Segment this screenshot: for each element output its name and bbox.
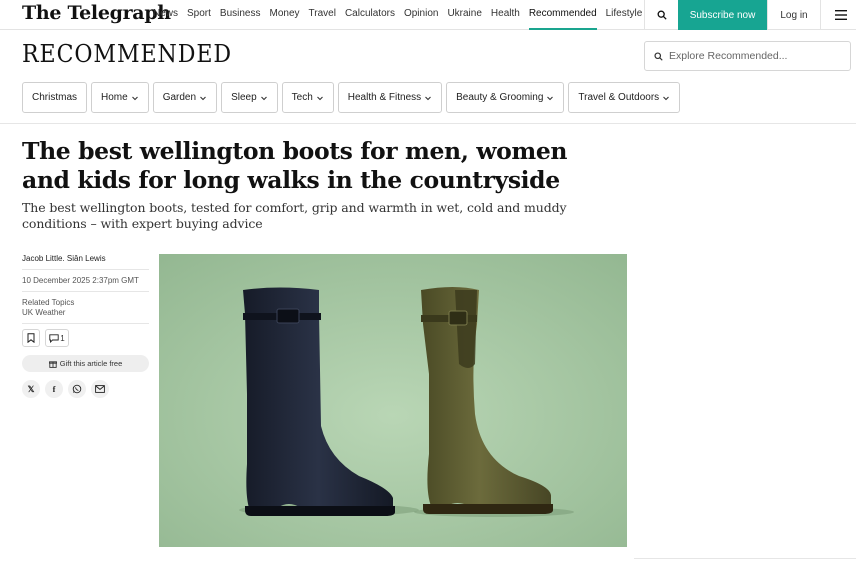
telegraph-logo[interactable]: The Telegraph: [22, 2, 171, 24]
main-nav: News Sport Business Money Travel Calcula…: [153, 0, 651, 30]
chevron-down-icon: [131, 96, 138, 100]
x-icon: 𝕏: [27, 383, 35, 394]
login-button[interactable]: Log in: [767, 0, 821, 30]
explore-search-input[interactable]: [669, 50, 849, 62]
category-beauty-grooming[interactable]: Beauty & Grooming: [446, 82, 565, 113]
save-article-button[interactable]: [22, 329, 40, 347]
header-divider: [0, 123, 856, 124]
gift-article-button[interactable]: Gift this article free: [22, 355, 149, 372]
category-label: Christmas: [32, 92, 78, 103]
hamburger-icon: [835, 10, 847, 20]
category-label: Beauty & Grooming: [456, 92, 544, 103]
menu-button[interactable]: [826, 0, 856, 30]
related-topics: Related Topics UK Weather: [22, 292, 149, 324]
category-tech[interactable]: Tech: [281, 82, 334, 113]
comment-icon: [49, 333, 59, 343]
nav-item-money[interactable]: Money: [270, 0, 300, 30]
explore-search-box[interactable]: [644, 41, 851, 71]
chevron-down-icon: [316, 96, 323, 100]
bookmark-icon: [27, 333, 35, 343]
nav-item-news[interactable]: News: [153, 0, 178, 30]
nav-item-business[interactable]: Business: [220, 0, 261, 30]
chevron-down-icon: [547, 96, 554, 100]
share-email-button[interactable]: [91, 380, 109, 398]
related-topics-label: Related Topics: [22, 298, 75, 307]
email-icon: [95, 385, 105, 393]
category-christmas[interactable]: Christmas: [22, 82, 88, 113]
chevron-down-icon: [425, 96, 432, 100]
nav-item-travel[interactable]: Travel: [309, 0, 336, 30]
hero-image-wellington-boots: [159, 254, 627, 547]
article-meta: Jacob Little. Siân Lewis 10 December 202…: [22, 252, 149, 398]
search-icon: [657, 10, 667, 20]
nav-item-lifestyle[interactable]: Lifestyle: [606, 0, 643, 30]
share-x-button[interactable]: 𝕏: [22, 380, 40, 398]
article-standfirst: The best wellington boots, tested for co…: [22, 200, 567, 231]
share-buttons: 𝕏 f: [22, 380, 149, 398]
category-label: Tech: [291, 92, 313, 103]
related-topic-link[interactable]: UK Weather: [22, 308, 149, 317]
author-byline[interactable]: Jacob Little. Siân Lewis: [22, 252, 149, 270]
article-headline: The best wellington boots for men, women…: [22, 137, 568, 194]
publish-date: 10 December 2025 2:37pm GMT: [22, 270, 149, 292]
category-garden[interactable]: Garden: [152, 82, 218, 113]
nav-item-recommended[interactable]: Recommended: [528, 0, 597, 30]
category-label: Garden: [162, 92, 197, 103]
category-label: Travel & Outdoors: [578, 92, 660, 103]
section-title[interactable]: RECOMMENDED: [22, 40, 232, 68]
category-label: Health & Fitness: [347, 92, 422, 103]
share-facebook-button[interactable]: f: [45, 380, 63, 398]
article-actions: 1: [22, 329, 149, 347]
category-home[interactable]: Home: [91, 82, 149, 113]
sidebar-divider: [634, 558, 856, 559]
top-navigation: The Telegraph News Sport Business Money …: [0, 0, 856, 30]
chevron-down-icon: [663, 96, 670, 100]
nav-search-button[interactable]: [644, 0, 678, 30]
category-label: Sleep: [231, 92, 257, 103]
subscribe-button[interactable]: Subscribe now: [678, 0, 767, 30]
whatsapp-icon: [72, 384, 82, 394]
nav-item-calculators[interactable]: Calculators: [345, 0, 395, 30]
nav-item-ukraine[interactable]: Ukraine: [447, 0, 481, 30]
nav-item-health[interactable]: Health: [491, 0, 520, 30]
chevron-down-icon: [260, 96, 267, 100]
category-travel-outdoors[interactable]: Travel & Outdoors: [568, 82, 681, 113]
boots-illustration: [159, 254, 627, 547]
category-bar: Christmas Home Garden Sleep Tech Health …: [22, 82, 684, 113]
share-whatsapp-button[interactable]: [68, 380, 86, 398]
category-label: Home: [101, 92, 128, 103]
search-icon: [654, 51, 663, 61]
comment-count: 1: [60, 333, 65, 343]
nav-item-sport[interactable]: Sport: [187, 0, 211, 30]
gift-icon: [48, 360, 57, 368]
category-sleep[interactable]: Sleep: [221, 82, 278, 113]
nav-item-opinion[interactable]: Opinion: [404, 0, 438, 30]
category-health-fitness[interactable]: Health & Fitness: [337, 82, 443, 113]
comments-button[interactable]: 1: [45, 329, 69, 347]
gift-article-label: Gift this article free: [59, 359, 123, 368]
chevron-down-icon: [200, 96, 206, 100]
facebook-icon: f: [52, 384, 56, 394]
